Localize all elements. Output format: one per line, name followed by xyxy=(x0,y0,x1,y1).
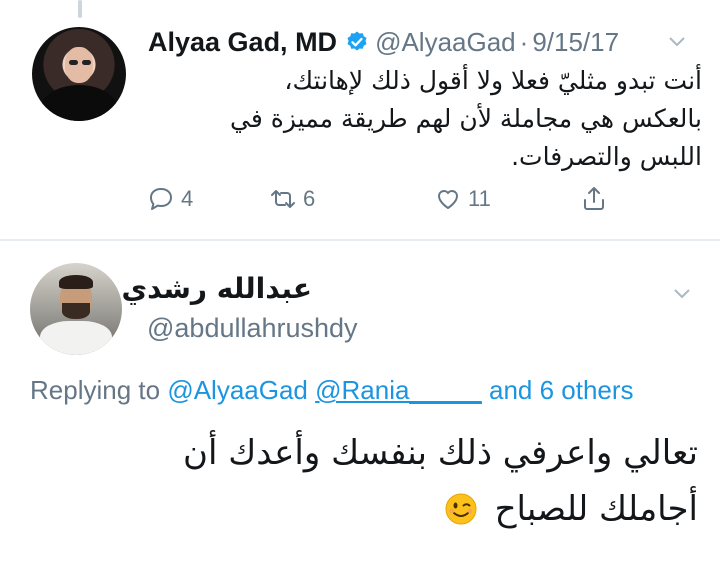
tweet-divider xyxy=(0,239,720,241)
tweet-header: Alyaa Gad, MD @AlyaaGad · 9/15/17 xyxy=(148,22,619,62)
chevron-down-icon[interactable] xyxy=(673,288,691,300)
like-count: 11 xyxy=(468,186,491,211)
verified-icon xyxy=(347,31,367,51)
tweet-text-line: أنت تبدو مثليّ فعلا ولا أقول ذلك لإهانتك… xyxy=(284,66,702,95)
separator-dot: · xyxy=(519,26,529,57)
retweet-count: 6 xyxy=(303,186,316,211)
tweet-text-line: بالعكس هي مجاملة لأن لهم طريقة مميزة في xyxy=(230,104,702,133)
reply-text-line: تعالي واعرفي ذلك بنفسك وأعدك أن xyxy=(183,433,698,473)
reply-author-name[interactable]: عبدالله رشدي xyxy=(122,272,313,305)
tweet-text-line: اللبس والتصرفات. xyxy=(511,142,702,171)
reply-text-line: أجاملك للصباح xyxy=(494,489,698,529)
share-button[interactable] xyxy=(580,185,614,213)
tweet-date[interactable]: 9/15/17 xyxy=(532,27,619,58)
chevron-down-icon[interactable] xyxy=(668,36,686,48)
share-icon xyxy=(584,187,604,210)
tweet-text: أنت تبدو مثليّ فعلا ولا أقول ذلك لإهانتك… xyxy=(162,62,702,176)
thread-line xyxy=(78,0,82,18)
reply-icon xyxy=(150,188,172,210)
like-button[interactable]: 11 xyxy=(434,185,491,213)
retweet-icon xyxy=(271,190,295,208)
winking-face-icon xyxy=(445,493,477,525)
reply-author-handle[interactable]: @abdullahrushdy xyxy=(147,313,358,344)
replying-to-line: Replying to @AlyaaGad @Rania_____ and 6 … xyxy=(30,375,634,406)
author-handle[interactable]: @AlyaaGad xyxy=(375,27,516,58)
reply-button[interactable]: 4 xyxy=(147,185,193,213)
like-icon xyxy=(438,190,458,209)
reply-text: تعالي واعرفي ذلك بنفسك وأعدك أن أجاملك ل… xyxy=(38,425,698,537)
author-avatar[interactable] xyxy=(32,27,126,121)
replying-prefix: Replying to xyxy=(30,375,161,405)
mention-link[interactable]: @AlyaaGad xyxy=(167,375,308,405)
reply-text-line-2: أجاملك للصباح xyxy=(38,481,698,537)
mention-link[interactable]: @Rania_____ xyxy=(315,375,482,405)
others-link[interactable]: and 6 others xyxy=(489,375,634,405)
retweet-button[interactable]: 6 xyxy=(269,185,315,213)
reply-author-avatar[interactable] xyxy=(30,263,122,355)
reply-count: 4 xyxy=(181,186,194,211)
author-name[interactable]: Alyaa Gad, MD xyxy=(148,27,337,58)
